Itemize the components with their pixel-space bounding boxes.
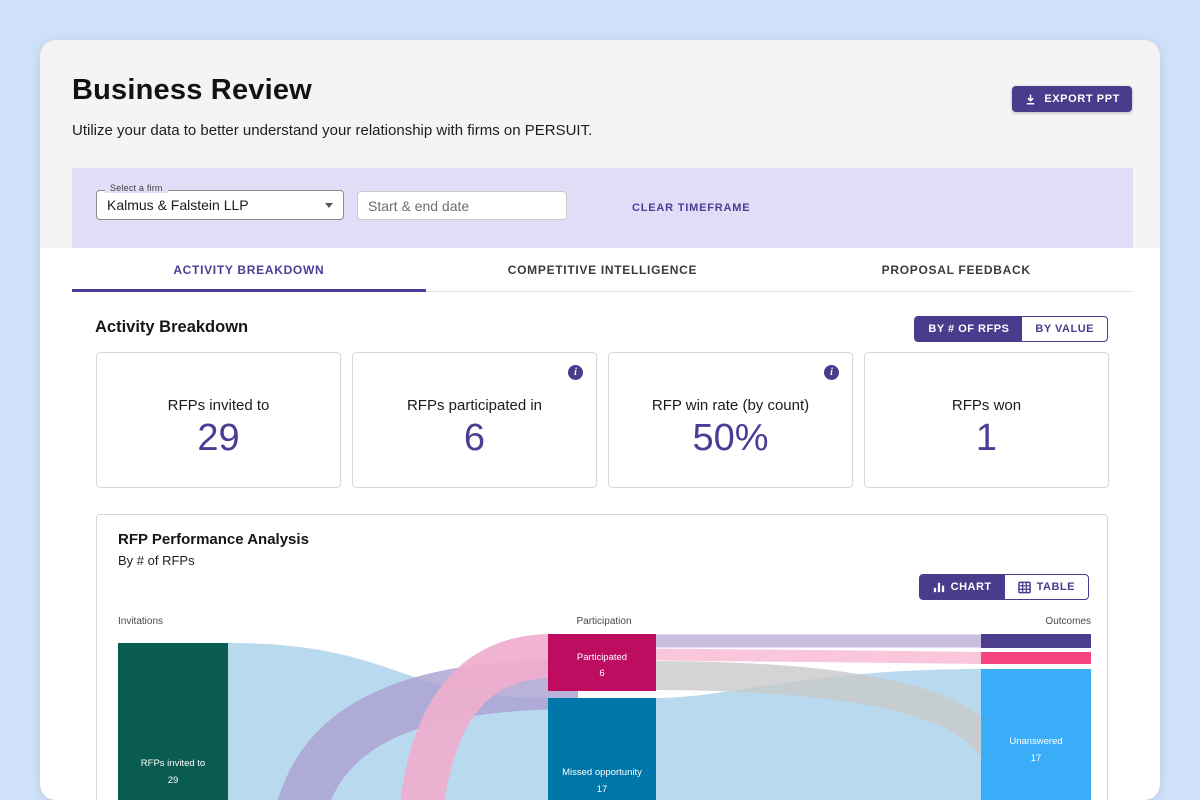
tab-bar: ACTIVITY BREAKDOWN COMPETITIVE INTELLIGE… bbox=[72, 248, 1133, 292]
stat-value: 50% bbox=[609, 417, 852, 460]
date-range-input[interactable] bbox=[357, 191, 567, 220]
tab-competitive-intelligence[interactable]: COMPETITIVE INTELLIGENCE bbox=[426, 248, 780, 291]
stat-label: RFPs participated in bbox=[353, 397, 596, 414]
stat-card-rfps-invited: RFPs invited to 29 bbox=[96, 352, 341, 488]
tab-proposal-feedback[interactable]: PROPOSAL FEEDBACK bbox=[779, 248, 1133, 291]
unit-toggle: BY # OF RFPS BY VALUE bbox=[914, 316, 1108, 342]
link-participated-outcome-mid bbox=[656, 655, 981, 659]
node-value-participated: 6 bbox=[599, 668, 604, 679]
sankey-chart: Invitations Participation Outcomes bbox=[118, 613, 1091, 800]
node-unanswered bbox=[981, 669, 1091, 800]
table-view-label: TABLE bbox=[1037, 581, 1075, 593]
node-outcome-top bbox=[981, 634, 1091, 648]
column-label-outcomes: Outcomes bbox=[1045, 616, 1091, 627]
rfp-performance-panel: RFP Performance Analysis By # of RFPs CH… bbox=[96, 514, 1108, 800]
toggle-chart-view[interactable]: CHART bbox=[920, 575, 1005, 599]
node-label-missed: Missed opportunity bbox=[562, 767, 642, 778]
tab-content-area: ACTIVITY BREAKDOWN COMPETITIVE INTELLIGE… bbox=[40, 248, 1160, 800]
stat-label: RFPs invited to bbox=[97, 397, 340, 414]
column-label-participation: Participation bbox=[576, 616, 631, 627]
chevron-down-icon bbox=[325, 203, 333, 208]
node-label-unanswered: Unanswered bbox=[1009, 736, 1062, 747]
toggle-table-view[interactable]: TABLE bbox=[1005, 575, 1088, 599]
column-label-invitations: Invitations bbox=[118, 616, 163, 627]
table-icon bbox=[1018, 581, 1031, 594]
node-value-missed: 17 bbox=[597, 784, 608, 795]
tab-activity-breakdown[interactable]: ACTIVITY BREAKDOWN bbox=[72, 248, 426, 291]
stat-card-win-rate: i RFP win rate (by count) 50% bbox=[608, 352, 853, 488]
info-icon[interactable]: i bbox=[568, 365, 583, 380]
sankey-svg: Invitations Participation Outcomes bbox=[118, 613, 1091, 800]
node-label-invited: RFPs invited to bbox=[141, 758, 205, 769]
firm-select-value: Kalmus & Falstein LLP bbox=[107, 197, 249, 213]
filter-bar: Select a firm Kalmus & Falstein LLP CLEA… bbox=[72, 168, 1133, 248]
stat-value: 6 bbox=[353, 417, 596, 460]
business-review-card: Business Review EXPORT PPT Utilize your … bbox=[40, 40, 1160, 800]
node-label-participated: Participated bbox=[577, 652, 627, 663]
panel-title: RFP Performance Analysis bbox=[118, 531, 309, 548]
activity-breakdown-heading: Activity Breakdown bbox=[95, 318, 248, 337]
stat-label: RFP win rate (by count) bbox=[609, 397, 852, 414]
download-icon bbox=[1024, 93, 1037, 106]
export-ppt-label: EXPORT PPT bbox=[1044, 93, 1120, 105]
stat-value: 29 bbox=[97, 417, 340, 460]
firm-select-label: Select a firm bbox=[105, 183, 168, 193]
export-ppt-button[interactable]: EXPORT PPT bbox=[1012, 86, 1132, 112]
panel-subtitle: By # of RFPs bbox=[118, 553, 195, 568]
info-icon[interactable]: i bbox=[824, 365, 839, 380]
stat-card-rfps-won: RFPs won 1 bbox=[864, 352, 1109, 488]
stat-value: 1 bbox=[865, 417, 1108, 460]
chart-view-label: CHART bbox=[951, 581, 992, 593]
node-value-unanswered: 17 bbox=[1031, 753, 1042, 764]
chart-table-toggle: CHART TABLE bbox=[919, 574, 1089, 600]
page-title: Business Review bbox=[72, 74, 312, 107]
stat-label: RFPs won bbox=[865, 397, 1108, 414]
stat-card-rfps-participated: i RFPs participated in 6 bbox=[352, 352, 597, 488]
toggle-by-num-rfps[interactable]: BY # OF RFPS bbox=[915, 317, 1022, 341]
page-subtitle: Utilize your data to better understand y… bbox=[72, 122, 592, 139]
node-outcome-mid bbox=[981, 652, 1091, 664]
node-value-invited: 29 bbox=[168, 775, 179, 786]
bar-chart-icon bbox=[933, 581, 945, 593]
toggle-by-value[interactable]: BY VALUE bbox=[1022, 317, 1107, 341]
firm-select[interactable]: Select a firm Kalmus & Falstein LLP bbox=[96, 190, 344, 220]
clear-timeframe-button[interactable]: CLEAR TIMEFRAME bbox=[632, 168, 750, 248]
